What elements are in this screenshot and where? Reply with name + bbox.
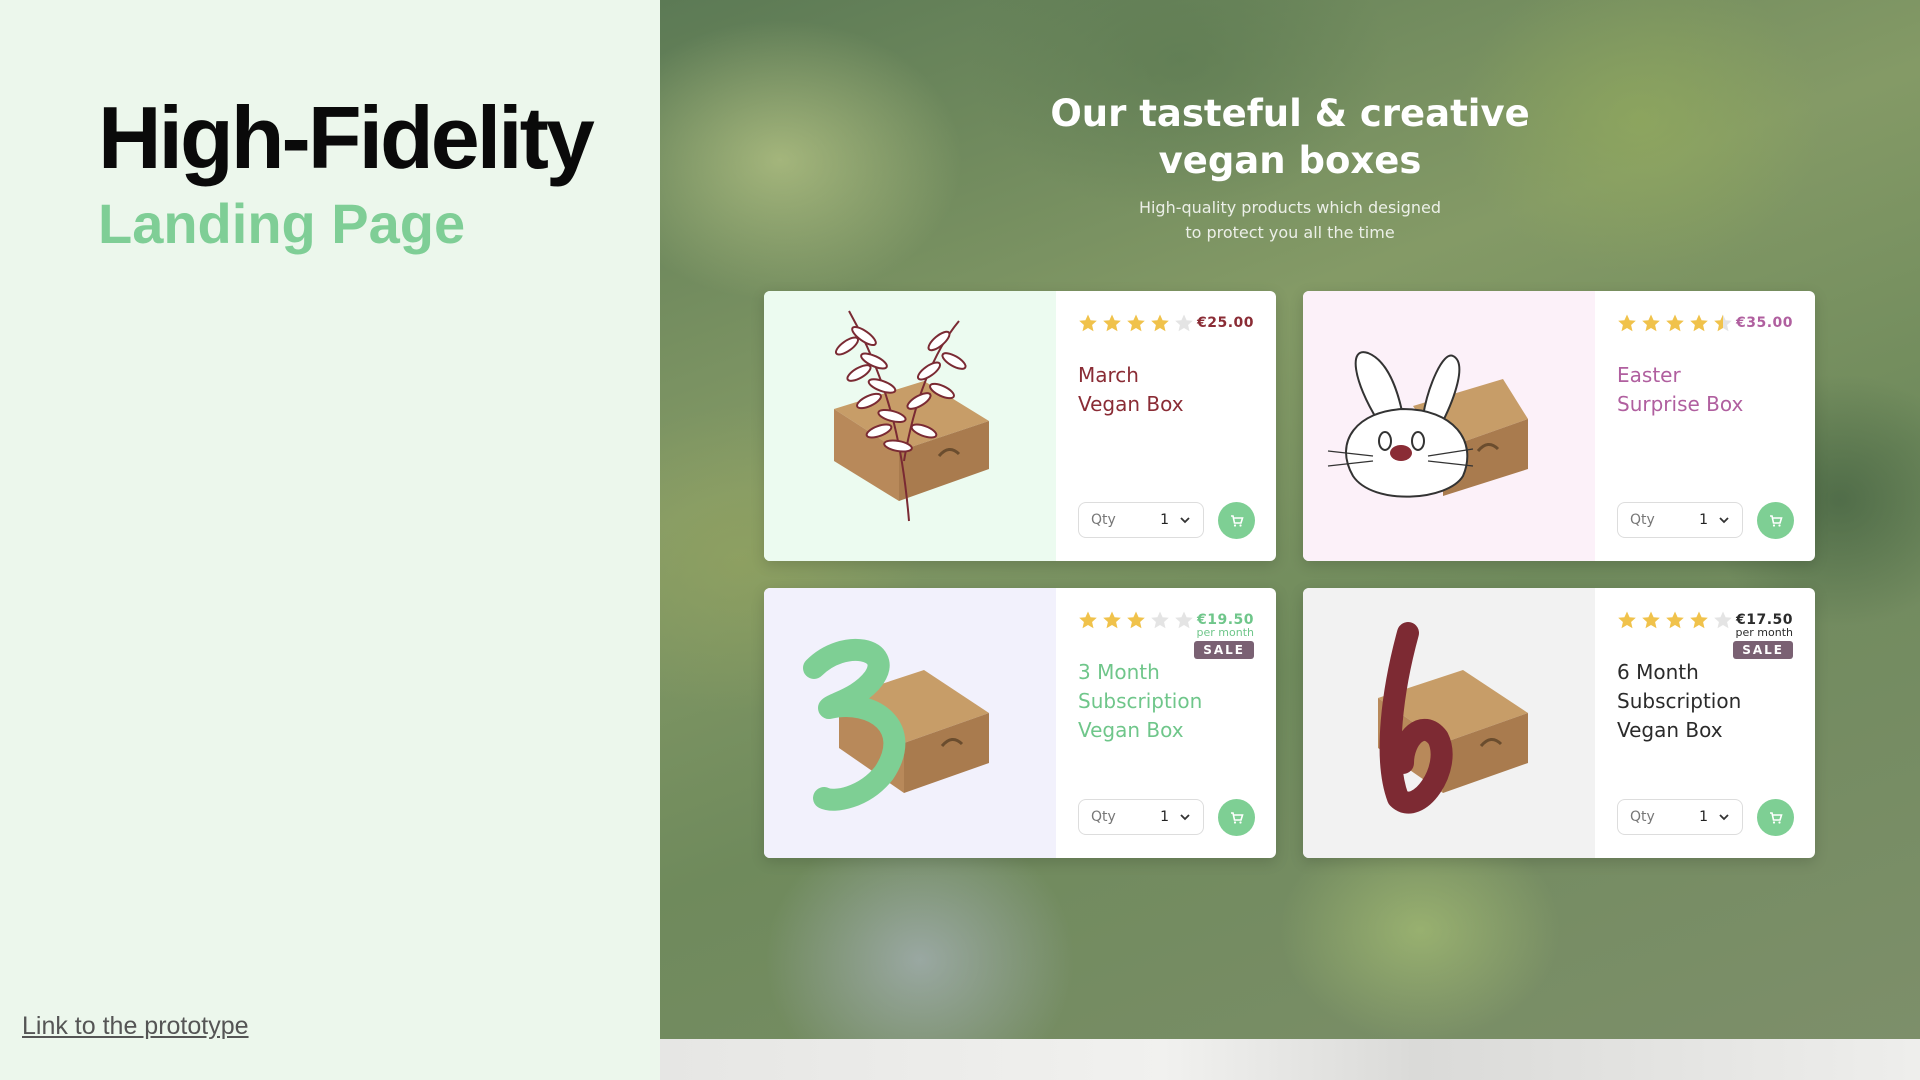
star-filled-icon xyxy=(1127,611,1145,629)
qty-value: 1 xyxy=(1160,809,1169,825)
slide-title: High-Fidelity xyxy=(98,88,595,187)
quantity-select[interactable]: Qty 1 xyxy=(1078,799,1204,835)
product-info: €25.00 March Vegan Box Qty 1 xyxy=(1056,291,1276,561)
hero-sub-line2: to protect you all the time xyxy=(1185,223,1395,242)
hero-heading-line2: vegan boxes xyxy=(1158,139,1422,182)
product-name-line: Vegan Box xyxy=(1078,718,1184,742)
qty-value: 1 xyxy=(1160,512,1169,528)
slide-subtitle: Landing Page xyxy=(98,192,466,255)
prototype-link[interactable]: Link to the prototype xyxy=(22,1012,249,1041)
chevron-down-icon xyxy=(1719,814,1729,821)
rating-stars xyxy=(1078,313,1194,333)
star-filled-icon xyxy=(1127,314,1145,332)
price-period: per month xyxy=(1196,626,1254,639)
landing-hero: Our tasteful & creative vegan boxes High… xyxy=(660,0,1920,1039)
hero-heading-line1: Our tasteful & creative xyxy=(1050,92,1530,135)
qty-label: Qty xyxy=(1630,809,1655,825)
product-card[interactable]: €19.50 per month SALE 3 Month Subscriptio… xyxy=(764,588,1276,858)
product-name-line: Vegan Box xyxy=(1617,718,1723,742)
product-card[interactable]: €35.00 Easter Surprise Box Qty 1 xyxy=(1303,291,1815,561)
star-filled-icon xyxy=(1690,611,1708,629)
rating-stars xyxy=(1617,313,1733,333)
product-name-line: Subscription xyxy=(1078,689,1203,713)
star-empty-icon xyxy=(1175,611,1193,629)
product-name-line: 3 Month xyxy=(1078,660,1160,684)
qty-label: Qty xyxy=(1630,512,1655,528)
product-name-line: 6 Month xyxy=(1617,660,1699,684)
star-filled-icon xyxy=(1666,611,1684,629)
product-image[interactable] xyxy=(764,588,1056,858)
cart-icon xyxy=(1230,514,1244,527)
add-to-cart-button[interactable] xyxy=(1757,502,1794,539)
product-name[interactable]: March Vegan Box xyxy=(1078,361,1258,419)
product-image[interactable] xyxy=(1303,588,1595,858)
star-filled-icon xyxy=(1079,314,1097,332)
product-name[interactable]: 3 Month Subscription Vegan Box xyxy=(1078,658,1258,745)
chevron-down-icon xyxy=(1180,517,1190,524)
star-filled-icon xyxy=(1618,314,1636,332)
product-price: €35.00 xyxy=(1735,315,1793,331)
cart-icon xyxy=(1769,514,1783,527)
product-name-line: March xyxy=(1078,363,1139,387)
quantity-select[interactable]: Qty 1 xyxy=(1617,502,1743,538)
product-name-line: Vegan Box xyxy=(1078,392,1184,416)
product-name-line: Easter xyxy=(1617,363,1681,387)
star-filled-icon xyxy=(1642,611,1660,629)
star-empty-icon xyxy=(1175,314,1193,332)
quantity-select[interactable]: Qty 1 xyxy=(1617,799,1743,835)
number-three-box-icon xyxy=(803,638,989,811)
star-filled-icon xyxy=(1079,611,1097,629)
product-card[interactable]: €17.50 per month SALE 6 Month Subscriptio… xyxy=(1303,588,1815,858)
hero-heading: Our tasteful & creative vegan boxes xyxy=(660,90,1920,184)
qty-value: 1 xyxy=(1699,512,1708,528)
star-empty-icon xyxy=(1151,611,1169,629)
bunny-box-icon xyxy=(1327,351,1528,498)
rating-stars xyxy=(1617,610,1733,630)
star-empty-icon xyxy=(1714,611,1732,629)
star-filled-icon xyxy=(1690,314,1708,332)
number-six-box-icon xyxy=(1378,622,1528,814)
sale-badge: SALE xyxy=(1194,641,1254,659)
cart-icon xyxy=(1230,811,1244,824)
add-to-cart-button[interactable] xyxy=(1218,799,1255,836)
product-price: €25.00 xyxy=(1196,315,1254,331)
herb-box-icon xyxy=(834,310,989,522)
product-name[interactable]: Easter Surprise Box xyxy=(1617,361,1797,419)
star-filled-icon xyxy=(1666,314,1684,332)
slide-left-panel: High-Fidelity Landing Page Link to the p… xyxy=(0,0,660,1080)
product-info: €35.00 Easter Surprise Box Qty 1 xyxy=(1595,291,1815,561)
star-filled-icon xyxy=(1103,611,1121,629)
qty-value: 1 xyxy=(1699,809,1708,825)
hero-subheading: High-quality products which designed to … xyxy=(660,195,1920,245)
star-filled-icon xyxy=(1151,314,1169,332)
marble-strip xyxy=(660,1039,1920,1080)
product-card[interactable]: €25.00 March Vegan Box Qty 1 xyxy=(764,291,1276,561)
product-info: €19.50 per month SALE 3 Month Subscriptio… xyxy=(1056,588,1276,858)
chevron-down-icon xyxy=(1180,814,1190,821)
rating-stars xyxy=(1078,610,1194,630)
star-filled-icon xyxy=(1103,314,1121,332)
hero-sub-line1: High-quality products which designed xyxy=(1138,198,1442,217)
add-to-cart-button[interactable] xyxy=(1757,799,1794,836)
star-half-icon xyxy=(1714,314,1732,332)
quantity-select[interactable]: Qty 1 xyxy=(1078,502,1204,538)
product-name[interactable]: 6 Month Subscription Vegan Box xyxy=(1617,658,1797,745)
product-image[interactable] xyxy=(764,291,1056,561)
star-filled-icon xyxy=(1642,314,1660,332)
qty-label: Qty xyxy=(1091,809,1116,825)
add-to-cart-button[interactable] xyxy=(1218,502,1255,539)
qty-label: Qty xyxy=(1091,512,1116,528)
star-filled-icon xyxy=(1618,611,1636,629)
sale-badge: SALE xyxy=(1733,641,1793,659)
price-period: per month xyxy=(1735,626,1793,639)
product-name-line: Subscription xyxy=(1617,689,1742,713)
product-name-line: Surprise Box xyxy=(1617,392,1744,416)
product-image[interactable] xyxy=(1303,291,1595,561)
cart-icon xyxy=(1769,811,1783,824)
chevron-down-icon xyxy=(1719,517,1729,524)
product-info: €17.50 per month SALE 6 Month Subscriptio… xyxy=(1595,588,1815,858)
